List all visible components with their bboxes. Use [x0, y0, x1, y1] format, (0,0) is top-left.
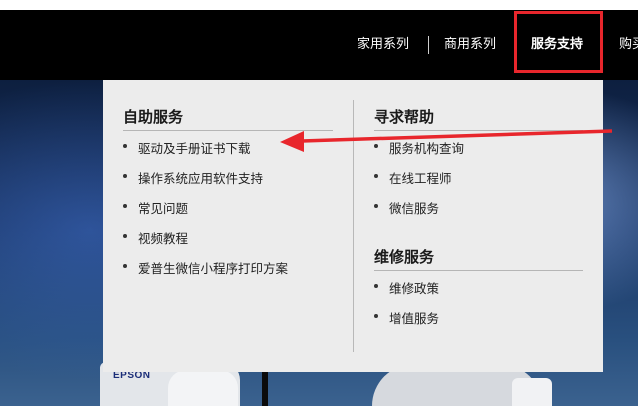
bullet [123, 264, 127, 268]
bullet [374, 144, 378, 148]
bullet [123, 144, 127, 148]
bullet [123, 204, 127, 208]
repair-service-underline [374, 270, 583, 271]
link-video-tutorials[interactable]: 视频教程 [123, 228, 188, 247]
link-value-added-service[interactable]: 增值服务 [374, 308, 439, 327]
robot-pole-image [262, 370, 268, 406]
column-divider [353, 100, 354, 352]
link-os-software-support[interactable]: 操作系统应用软件支持 [123, 168, 263, 187]
nav-home-series[interactable]: 家用系列 [357, 10, 409, 80]
bullet [374, 204, 378, 208]
nav-business-series[interactable]: 商用系列 [444, 10, 496, 80]
self-service-underline [123, 130, 333, 131]
get-help-title: 寻求帮助 [374, 108, 435, 126]
service-support-highlight-box [514, 11, 603, 73]
link-service-locator[interactable]: 服务机构查询 [374, 138, 464, 157]
repair-service-title: 维修服务 [374, 248, 435, 266]
robot-arm-image [168, 370, 238, 406]
link-online-engineer[interactable]: 在线工程师 [374, 168, 452, 187]
get-help-underline [374, 130, 583, 131]
nav-divider [428, 36, 429, 54]
link-wechat-print[interactable]: 爱普生微信小程序打印方案 [123, 258, 288, 277]
link-faq[interactable]: 常见问题 [123, 198, 188, 217]
bullet [123, 234, 127, 238]
bullet [374, 174, 378, 178]
link-driver-download[interactable]: 驱动及手册证书下载 [123, 138, 251, 157]
bullet [374, 314, 378, 318]
link-wechat-service[interactable]: 微信服务 [374, 198, 439, 217]
self-service-title: 自助服务 [123, 108, 184, 126]
bullet [123, 174, 127, 178]
nav-purchase[interactable]: 购买 [619, 10, 638, 80]
service-support-dropdown: 自助服务 驱动及手册证书下载 操作系统应用软件支持 常见问题 视频教程 爱普生微… [103, 80, 603, 372]
top-strip [0, 0, 638, 10]
bullet [374, 284, 378, 288]
robot-right-part-image [512, 378, 552, 406]
link-repair-policy[interactable]: 维修政策 [374, 278, 439, 297]
